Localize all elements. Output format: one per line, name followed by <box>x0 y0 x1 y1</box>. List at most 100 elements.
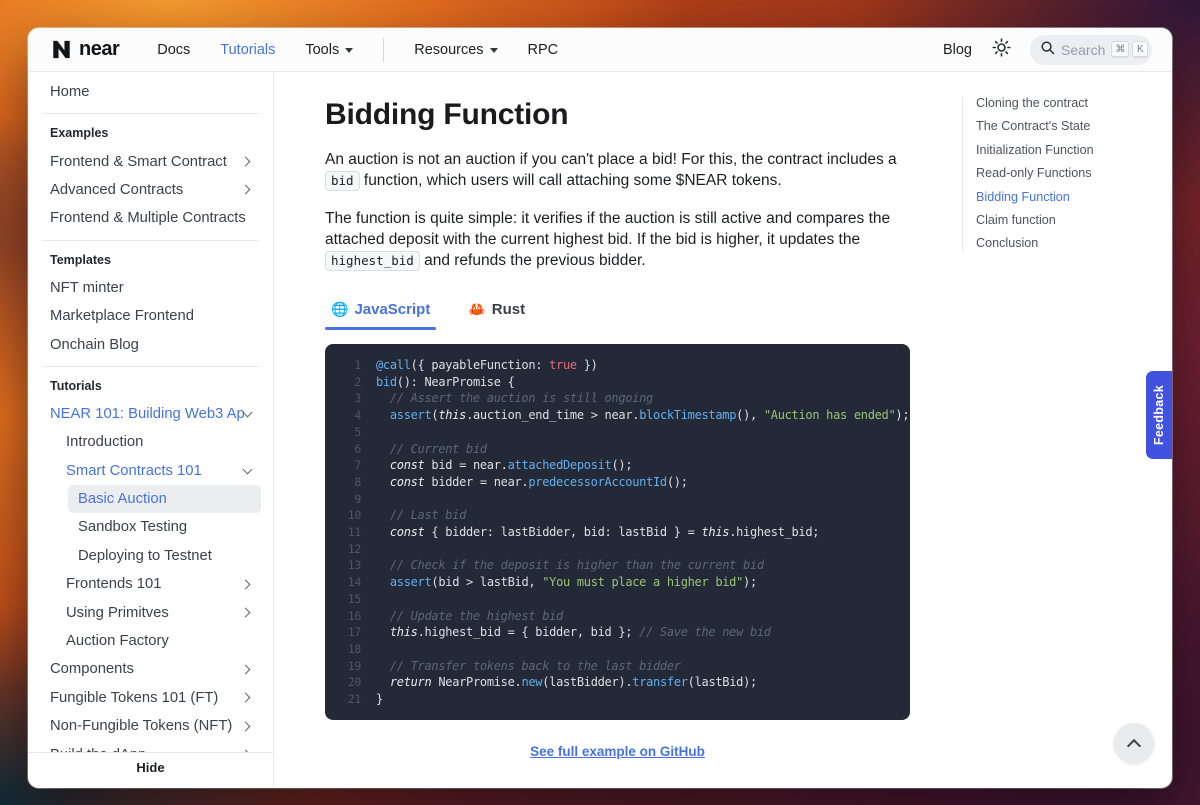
sidebar-item-home[interactable]: Home <box>40 78 261 106</box>
tab-javascript[interactable]: 🌐JavaScript <box>325 297 436 330</box>
navbar-divider <box>383 38 384 62</box>
inline-code: highest_bid <box>325 251 420 271</box>
inline-code: bid <box>325 171 360 191</box>
search-placeholder: Search <box>1061 42 1105 58</box>
sidebar-item-onchain-blog[interactable]: Onchain Blog <box>40 330 261 358</box>
code-line: 6 // Current bid <box>339 441 902 458</box>
search-input[interactable]: Search ⌘K <box>1030 35 1152 65</box>
code-line: 4 assert(this.auction_end_time > near.bl… <box>339 407 902 424</box>
code-line: 3 // Assert the auction is still ongoing <box>339 390 902 407</box>
toc-list-item: The Contract's State <box>976 120 1148 133</box>
theme-toggle-button[interactable] <box>988 37 1014 63</box>
toc-item-bidding-function[interactable]: Bidding Function <box>976 191 1148 204</box>
sidebar-item-marketplace-frontend[interactable]: Marketplace Frontend <box>40 302 261 330</box>
chevron-right-icon <box>241 664 251 674</box>
toc-list-item: Initialization Function <box>976 144 1148 157</box>
sidebar-item-nft-minter[interactable]: NFT minter <box>40 274 261 302</box>
line-number: 14 <box>339 574 361 591</box>
scroll-to-top-button[interactable] <box>1114 723 1154 763</box>
code-line: 17 this.highest_bid = { bidder, bid }; /… <box>339 624 902 641</box>
nav-link-tools[interactable]: Tools <box>305 42 353 58</box>
toc-item-the-contract-s-state[interactable]: The Contract's State <box>976 120 1148 133</box>
feedback-button[interactable]: Feedback <box>1146 371 1172 459</box>
code-text: assert(this.auction_end_time > near.bloc… <box>376 407 909 424</box>
line-number: 19 <box>339 658 361 675</box>
sidebar-item-label: Using Primitves <box>66 605 242 621</box>
code-text: // Assert the auction is still ongoing <box>376 390 653 407</box>
sidebar-divider <box>42 240 259 241</box>
sidebar-item-sandbox-testing[interactable]: Sandbox Testing <box>68 513 261 541</box>
github-example-link[interactable]: See full example on GitHub <box>530 744 705 759</box>
line-number: 12 <box>339 541 361 558</box>
main-content: Bidding Function An auction is not an au… <box>274 72 962 788</box>
nav-link-rpc[interactable]: RPC <box>528 42 559 58</box>
top-navbar: near Docs Tutorials Tools Resources RPC Blog <box>28 28 1172 72</box>
sidebar-item-label: Frontends 101 <box>66 576 242 592</box>
window-body: HomeExamplesFrontend & Smart ContractAdv… <box>28 72 1172 788</box>
left-sidebar: HomeExamplesFrontend & Smart ContractAdv… <box>28 72 274 788</box>
line-number: 15 <box>339 591 361 608</box>
toc-item-claim-function[interactable]: Claim function <box>976 214 1148 227</box>
sidebar-item-non-fungible-tokens-nft[interactable]: Non-Fungible Tokens (NFT) <box>40 712 261 740</box>
sidebar-item-label: Basic Auction <box>78 491 251 507</box>
chevron-right-icon <box>241 185 251 195</box>
sidebar-item-label: Deploying to Testnet <box>78 548 251 564</box>
sidebar-item-introduction[interactable]: Introduction <box>56 428 261 456</box>
sidebar-item-frontends-101[interactable]: Frontends 101 <box>56 570 261 598</box>
sidebar-item-label: Components <box>50 661 242 677</box>
near-logo-text: near <box>79 38 119 61</box>
sidebar-item-label: NEAR 101: Building Web3 Apps <box>50 406 244 422</box>
toc-item-conclusion[interactable]: Conclusion <box>976 237 1148 250</box>
code-text <box>376 541 383 558</box>
line-number: 18 <box>339 641 361 658</box>
sidebar-item-components[interactable]: Components <box>40 655 261 683</box>
nav-link-resources[interactable]: Resources <box>414 42 497 58</box>
toc-item-read-only-functions[interactable]: Read-only Functions <box>976 167 1148 180</box>
code-text: this.highest_bid = { bidder, bid }; // S… <box>376 624 771 641</box>
nav-link-tutorials[interactable]: Tutorials <box>220 42 275 58</box>
toc-item-initialization-function[interactable]: Initialization Function <box>976 144 1148 157</box>
toc-list: Cloning the contract The Contract's State… <box>962 97 1148 251</box>
tab-label: JavaScript <box>354 301 430 318</box>
code-line: 21} <box>339 691 902 708</box>
nav-link-docs[interactable]: Docs <box>157 42 190 58</box>
toc-list-item: Conclusion <box>976 237 1148 250</box>
sidebar-item-label: Introduction <box>66 434 251 450</box>
sidebar-item-advanced-contracts[interactable]: Advanced Contracts <box>40 176 261 204</box>
chevron-right-icon <box>241 157 251 167</box>
code-text: assert(bid > lastBid, "You must place a … <box>376 574 757 591</box>
sidebar-item-using-primitves[interactable]: Using Primitves <box>56 598 261 626</box>
sidebar-item-build-the-dapp[interactable]: Build the dApp <box>40 740 261 752</box>
code-line: 8 const bidder = near.predecessorAccount… <box>339 474 902 491</box>
code-text <box>376 641 383 658</box>
sidebar-item-label: Home <box>50 84 251 100</box>
sidebar-item-auction-factory[interactable]: Auction Factory <box>56 627 261 655</box>
nav-link-blog[interactable]: Blog <box>943 42 972 58</box>
code-line: 5 <box>339 424 902 441</box>
sidebar-item-frontend-smart-contract[interactable]: Frontend & Smart Contract <box>40 147 261 175</box>
code-line: 14 assert(bid > lastBid, "You must place… <box>339 574 902 591</box>
sidebar-hide-button[interactable]: Hide <box>28 752 273 788</box>
search-icon <box>1040 40 1055 60</box>
toc-item-cloning-the-contract[interactable]: Cloning the contract <box>976 97 1148 110</box>
tab-rust[interactable]: 🦀Rust <box>462 297 531 330</box>
sidebar-item-deploying-to-testnet[interactable]: Deploying to Testnet <box>68 542 261 570</box>
line-number: 13 <box>339 557 361 574</box>
code-line: 16 // Update the highest bid <box>339 608 902 625</box>
toc-list-item: Claim function <box>976 214 1148 227</box>
line-number: 17 <box>339 624 361 641</box>
code-text <box>376 424 383 441</box>
sidebar-item-near-101-building-web3-apps[interactable]: NEAR 101: Building Web3 Apps <box>40 400 261 428</box>
chevron-down-icon <box>243 464 253 474</box>
sidebar-item-label: NFT minter <box>50 280 251 296</box>
chevron-down-icon <box>490 48 498 53</box>
sidebar-item-frontend-multiple-contracts[interactable]: Frontend & Multiple Contracts <box>40 204 261 232</box>
sidebar-item-smart-contracts-101[interactable]: Smart Contracts 101 <box>56 457 261 485</box>
code-line: 11 const { bidder: lastBidder, bid: last… <box>339 524 902 541</box>
navbar-right: Blog Search <box>943 35 1152 65</box>
sidebar-item-fungible-tokens-101-ft[interactable]: Fungible Tokens 101 (FT) <box>40 684 261 712</box>
near-logo[interactable]: near <box>50 38 119 61</box>
shortcut-key-k: K <box>1132 41 1148 58</box>
sidebar-item-basic-auction[interactable]: Basic Auction <box>68 485 261 513</box>
paragraph: The function is quite simple: it verifie… <box>325 208 910 271</box>
